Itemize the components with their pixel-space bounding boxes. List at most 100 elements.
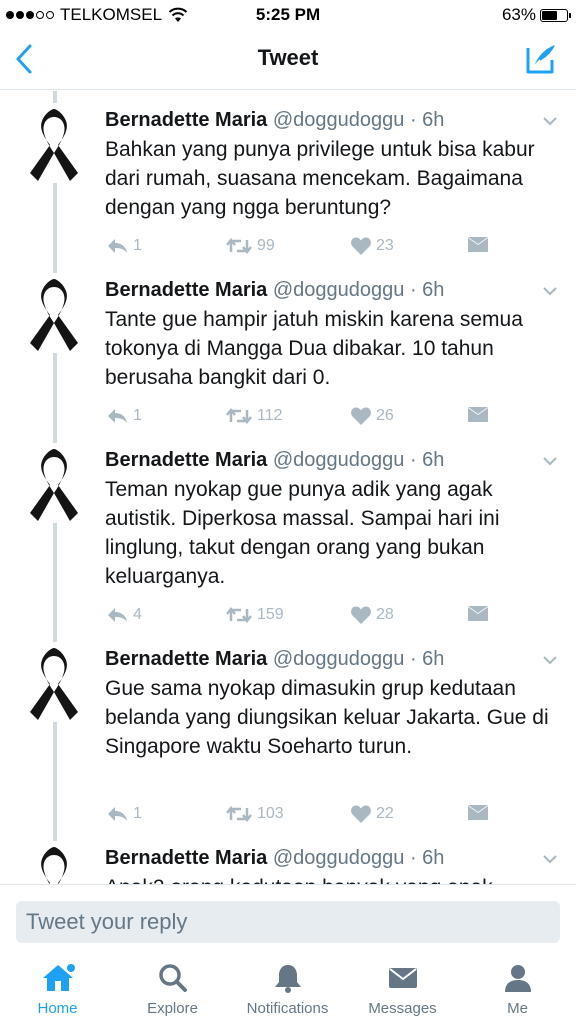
heart-icon xyxy=(351,237,371,255)
retweet-button[interactable]: 99 xyxy=(225,236,275,256)
tab-label: Messages xyxy=(368,1000,437,1017)
tweet-actions: 1 112 26 xyxy=(105,406,505,430)
black-ribbon-icon xyxy=(30,449,78,521)
black-ribbon-icon xyxy=(30,648,78,720)
retweet-button[interactable]: 159 xyxy=(225,605,284,625)
new-content-dot xyxy=(66,964,75,972)
author-handle[interactable]: @doggudoggu xyxy=(273,109,405,131)
black-ribbon-icon xyxy=(30,279,78,351)
tweet-text: Anak2 orang kedutaan banyak yang anak xyxy=(105,873,560,884)
tab-explore[interactable]: Explore xyxy=(115,962,230,1022)
tab-label: Explore xyxy=(147,1000,198,1017)
tweet-actions: 1 99 23 xyxy=(105,236,505,260)
like-count: 22 xyxy=(376,805,394,822)
reply-icon xyxy=(108,239,127,253)
bottom-tab-bar: Home Explore Notifications Messages Me xyxy=(0,956,576,1024)
compose-tweet-button[interactable] xyxy=(524,42,558,76)
chevron-down-icon xyxy=(543,457,557,466)
tweet-header: Bernadette Maria @doggudoggu · 6h xyxy=(105,109,445,131)
battery-icon xyxy=(540,8,571,22)
tweet-text: Bahkan yang punya privilege untuk bisa k… xyxy=(105,138,535,219)
like-count: 26 xyxy=(376,407,394,424)
envelope-icon xyxy=(468,805,488,820)
avatar[interactable] xyxy=(22,642,86,722)
tweet-menu-button[interactable] xyxy=(540,281,560,301)
avatar[interactable] xyxy=(22,841,86,884)
tweet-menu-button[interactable] xyxy=(540,650,560,670)
tweet-menu-button[interactable] xyxy=(540,451,560,471)
retweet-button[interactable]: 103 xyxy=(225,804,284,824)
tweet-item[interactable]: Bernadette Maria @doggudoggu · 6h Gue sa… xyxy=(0,630,576,829)
retweet-count: 103 xyxy=(257,805,284,822)
like-button[interactable]: 26 xyxy=(350,406,394,426)
tweet-item[interactable]: Bernadette Maria @doggudoggu · 6h Bahkan… xyxy=(0,91,576,261)
tweet-menu-button[interactable] xyxy=(540,849,560,869)
bell-icon xyxy=(271,962,305,994)
avatar[interactable] xyxy=(22,103,86,183)
author-name[interactable]: Bernadette Maria xyxy=(105,847,267,869)
tweet-age: 6h xyxy=(422,109,445,131)
tweet-actions: 4 159 28 xyxy=(105,605,505,629)
tab-label: Notifications xyxy=(246,1000,329,1017)
reply-button[interactable]: 1 xyxy=(105,406,142,426)
tab-home[interactable]: Home xyxy=(0,962,115,1022)
reply-icon xyxy=(108,409,127,423)
direct-message-button[interactable] xyxy=(467,804,489,822)
author-name[interactable]: Bernadette Maria xyxy=(105,449,267,471)
tab-label: Home xyxy=(37,1000,78,1017)
reply-icon xyxy=(108,608,127,622)
tweet-thread[interactable]: Bernadette Maria @doggudoggu · 6h Bahkan… xyxy=(0,91,576,884)
reply-count: 4 xyxy=(133,606,142,623)
tab-messages[interactable]: Messages xyxy=(345,962,460,1022)
reply-composer xyxy=(0,884,576,956)
envelope-icon xyxy=(468,606,488,621)
avatar[interactable] xyxy=(22,443,86,523)
author-handle[interactable]: @doggudoggu xyxy=(273,279,405,301)
author-handle[interactable]: @doggudoggu xyxy=(273,449,405,471)
person-icon xyxy=(501,962,535,994)
home-icon xyxy=(41,962,75,994)
tweet-age: 6h xyxy=(422,847,445,869)
author-handle[interactable]: @doggudoggu xyxy=(273,847,405,869)
reply-button[interactable]: 1 xyxy=(105,236,142,256)
tweet-actions: 1 103 22 xyxy=(105,804,505,828)
retweet-button[interactable]: 112 xyxy=(225,406,283,426)
battery-indicator: 63% xyxy=(502,5,571,25)
like-button[interactable]: 22 xyxy=(350,804,394,824)
chevron-down-icon xyxy=(543,656,557,665)
tab-me[interactable]: Me xyxy=(460,962,575,1022)
tweet-menu-button[interactable] xyxy=(540,111,560,131)
tweet-header: Bernadette Maria @doggudoggu · 6h xyxy=(105,648,445,670)
tweet-item[interactable]: Bernadette Maria @doggudoggu · 6h Tante … xyxy=(0,261,576,431)
tweet-item[interactable]: Bernadette Maria @doggudoggu · 6h Teman … xyxy=(0,431,576,630)
status-bar: TELKOMSEL 5:25 PM 63% xyxy=(0,0,576,30)
author-handle[interactable]: @doggudoggu xyxy=(273,648,405,670)
like-button[interactable]: 28 xyxy=(350,605,394,625)
page-title: Tweet xyxy=(257,45,319,70)
author-name[interactable]: Bernadette Maria xyxy=(105,279,267,301)
black-ribbon-icon xyxy=(41,847,67,884)
like-button[interactable]: 23 xyxy=(350,236,394,256)
avatar[interactable] xyxy=(22,273,86,353)
reply-count: 1 xyxy=(133,237,142,254)
tab-notifications[interactable]: Notifications xyxy=(230,962,345,1022)
direct-message-button[interactable] xyxy=(467,406,489,424)
author-name[interactable]: Bernadette Maria xyxy=(105,109,267,131)
reply-button[interactable]: 1 xyxy=(105,804,142,824)
reply-icon xyxy=(108,807,127,821)
black-ribbon-icon xyxy=(30,109,78,181)
compose-tweet-icon xyxy=(526,45,555,74)
direct-message-button[interactable] xyxy=(467,605,489,623)
tweet-header: Bernadette Maria @doggudoggu · 6h xyxy=(105,449,445,471)
tweet-item[interactable]: Bernadette Maria @doggudoggu · 6h Anak2 … xyxy=(0,829,576,884)
direct-message-button[interactable] xyxy=(467,236,489,254)
reply-count: 1 xyxy=(133,407,142,424)
tweet-header: Bernadette Maria @doggudoggu · 6h xyxy=(105,279,445,301)
author-name[interactable]: Bernadette Maria xyxy=(105,648,267,670)
reply-input[interactable] xyxy=(16,901,560,943)
heart-icon xyxy=(351,407,371,425)
navigation-bar: Tweet xyxy=(0,30,576,90)
reply-button[interactable]: 4 xyxy=(105,605,142,625)
like-count: 28 xyxy=(376,606,394,623)
search-icon xyxy=(156,962,190,994)
